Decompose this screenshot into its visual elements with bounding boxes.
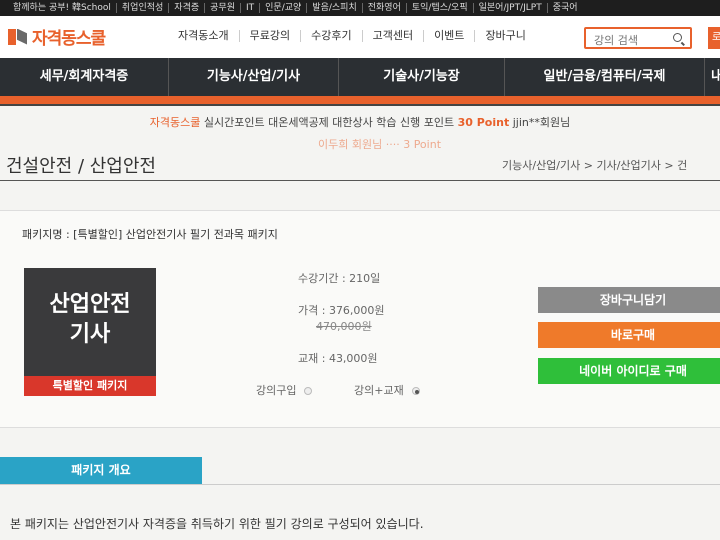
topbar-item[interactable]: 자격증 xyxy=(169,3,206,13)
nav-about[interactable]: 자격동소개 xyxy=(168,30,240,42)
radio-lecture-only[interactable] xyxy=(304,387,313,395)
ticker-points: 30 Point xyxy=(457,116,510,129)
site-logo[interactable]: 자격동스쿨 xyxy=(8,24,106,49)
textbook-price: 교재 : 43,000원 xyxy=(298,352,378,365)
title-divider xyxy=(0,180,720,181)
topbar-item[interactable]: 토익/텝스/오픽 xyxy=(407,3,474,13)
topbar-item[interactable]: 공무원 xyxy=(205,3,241,13)
search-box xyxy=(584,27,692,50)
page-title: 건설안전 / 산업안전 xyxy=(6,156,156,177)
logo-text: 자격동스쿨 xyxy=(32,29,106,49)
nav-cart[interactable]: 장바구니 xyxy=(475,30,535,42)
thumbnail-title-line2: 기사 xyxy=(69,322,111,347)
category-general-finance-computer[interactable]: 일반/금융/컴퓨터/국제 xyxy=(504,58,704,96)
breadcrumb[interactable]: 기능사/산업/기사 > 기사/산업기사 > 건 xyxy=(502,157,687,173)
thumbnail-ribbon: 특별할인 패키지 xyxy=(24,376,156,396)
study-period: 수강기간 : 210일 xyxy=(298,272,381,285)
search-icon[interactable] xyxy=(673,33,682,42)
nav-free-lectures[interactable]: 무료강의 xyxy=(240,30,302,42)
radio-lecture-book[interactable] xyxy=(411,387,420,395)
tab-package-overview[interactable]: 패키지 개요 xyxy=(0,457,202,484)
category-craftsman-engineer[interactable]: 기능사/산업/기사 xyxy=(168,58,338,96)
thumbnail-title-line1: 산업안전 xyxy=(49,292,131,317)
ticker-user: jjin**회원님 xyxy=(509,116,571,129)
topbar-item[interactable]: 일본어/JPT/JLPT xyxy=(474,3,548,13)
category-divider xyxy=(0,104,720,106)
topbar-item[interactable]: 전화영어 xyxy=(363,3,407,13)
main-nav: 자격동소개 무료강의 수강후기 고객센터 이벤트 장바구니 xyxy=(168,30,536,42)
topbar-item[interactable]: IT xyxy=(241,3,261,13)
ticker-brand: 자격동스쿨 xyxy=(149,116,201,129)
option-lecture-book[interactable]: 강의+교재 xyxy=(354,382,420,398)
package-thumbnail: 산업안전 기사 특별할인 패키지 xyxy=(24,268,156,396)
topbar-item[interactable]: 함께하는 공부! 韓School xyxy=(8,3,117,13)
option-lecture-only[interactable]: 강의구입 xyxy=(256,382,313,398)
thumbnail-title: 산업안전 기사 xyxy=(24,290,156,350)
category-more[interactable]: 내 xyxy=(704,58,720,96)
site-header: 자격동스쿨 자격동소개 무료강의 수강후기 고객센터 이벤트 장바구니 로 xyxy=(0,16,720,58)
topbar-item[interactable]: 중국어 xyxy=(548,3,583,13)
top-category-bar: 함께하는 공부! 韓School 취업인적성 자격증 공무원 IT 인문/교양 … xyxy=(0,0,720,16)
nav-customer-center[interactable]: 고객센터 xyxy=(363,30,425,42)
nav-reviews[interactable]: 수강후기 xyxy=(301,30,363,42)
login-button[interactable]: 로 xyxy=(708,27,720,49)
original-price: 470,000원 xyxy=(316,320,372,333)
tab-divider xyxy=(0,484,720,485)
package-price: 가격 : 376,000원 xyxy=(298,304,385,317)
nav-events[interactable]: 이벤트 xyxy=(424,30,476,42)
option-lecture-book-label: 강의+교재 xyxy=(354,384,404,397)
add-to-cart-button[interactable]: 장바구니담기 xyxy=(538,287,720,313)
ticker-text: 실시간포인트 대온세액공제 대한상사 학습 신행 포인트 xyxy=(200,116,458,129)
logo-mark-icon xyxy=(8,27,28,47)
package-name: 패키지명 : [특별할인] 산업안전기사 필기 전과목 패키지 xyxy=(22,228,278,241)
category-nav: 세무/회계자격증 기능사/산업/기사 기술사/기능장 일반/금융/컴퓨터/국제 … xyxy=(0,58,720,96)
search-input[interactable] xyxy=(586,31,666,50)
option-lecture-label: 강의구입 xyxy=(256,384,297,397)
buy-now-button[interactable]: 바로구매 xyxy=(538,322,720,348)
point-ticker: 자격동스쿨 실시간포인트 대온세액공제 대한상사 학습 신행 포인트 30 Po… xyxy=(0,114,720,132)
topbar-item[interactable]: 취업인적성 xyxy=(117,3,170,13)
package-description: 본 패키지는 산업안전기사 자격증을 취득하기 위한 필기 강의로 구성되어 있… xyxy=(10,517,424,531)
naver-purchase-button[interactable]: 네이버 아이디로 구매 xyxy=(538,358,720,384)
topbar-item[interactable]: 발음/스피치 xyxy=(307,3,363,13)
topbar-item[interactable]: 인문/교양 xyxy=(260,3,308,13)
category-accent-stripe xyxy=(0,96,720,104)
ticker-next-line: 이두희 회원님 ···· 3 Point xyxy=(318,138,442,151)
category-professional-engineer[interactable]: 기술사/기능장 xyxy=(338,58,504,96)
category-tax-accounting[interactable]: 세무/회계자격증 xyxy=(0,58,168,96)
